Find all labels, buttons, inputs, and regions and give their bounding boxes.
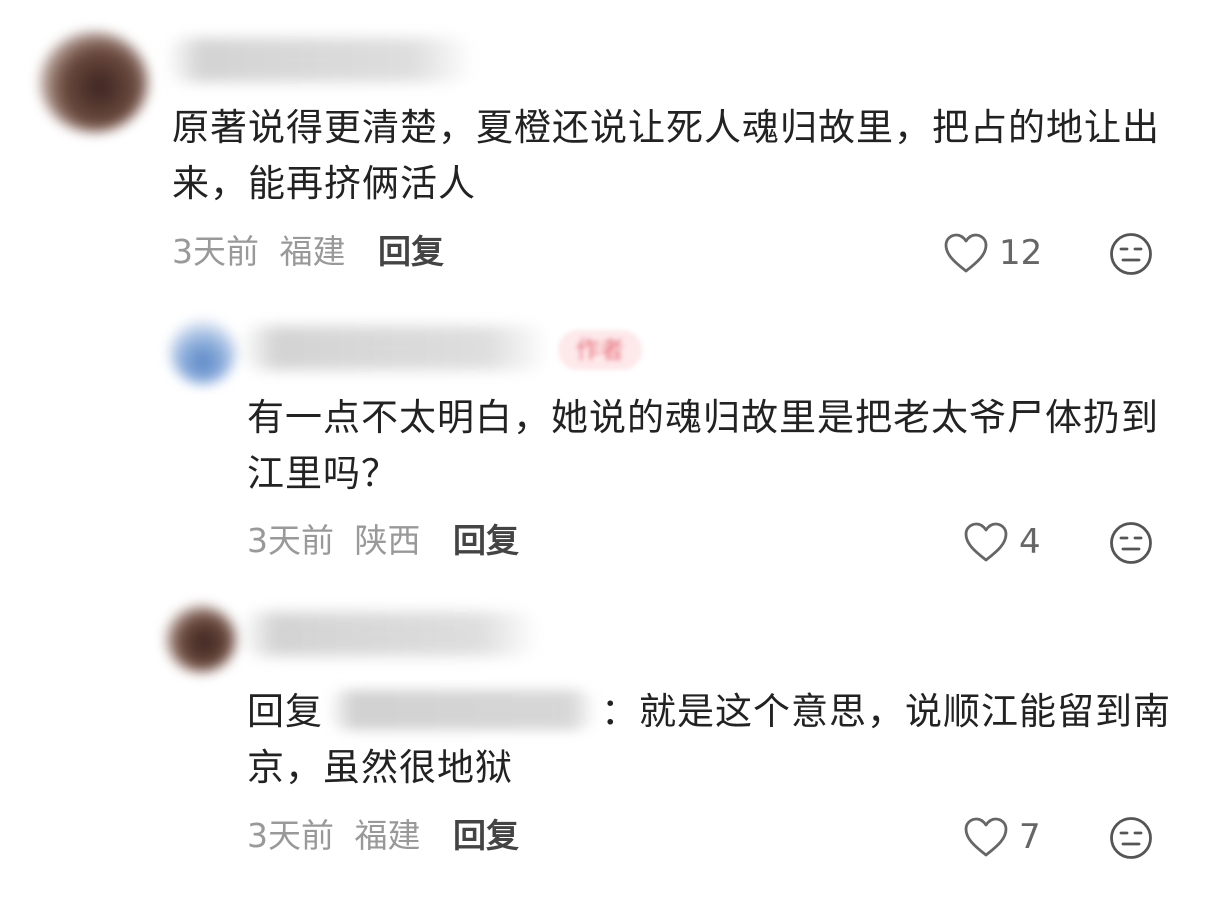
- comment-text: 回复 ：就是这个意思，说顺江能留到南京，虽然很地狱: [247, 684, 1177, 796]
- neutral-face-icon[interactable]: [1109, 816, 1153, 860]
- reply-button[interactable]: 回复: [453, 816, 519, 855]
- like-button[interactable]: 7: [963, 816, 1041, 858]
- heart-outline-icon: [964, 817, 1008, 857]
- username-blurred[interactable]: [240, 612, 540, 656]
- reply-prefix: 回复: [247, 690, 323, 733]
- comment-time: 3天前: [247, 816, 334, 855]
- mentioned-user-blurred[interactable]: [327, 690, 597, 730]
- comment-meta: 3天前 福建 回复: [247, 816, 519, 856]
- comment-location: 福建: [354, 816, 421, 855]
- avatar[interactable]: [166, 606, 236, 672]
- comment-item: 回复 ：就是这个意思，说顺江能留到南京，虽然很地狱 3天前 福建 回复 7: [0, 0, 1220, 897]
- like-count: 7: [1019, 817, 1041, 857]
